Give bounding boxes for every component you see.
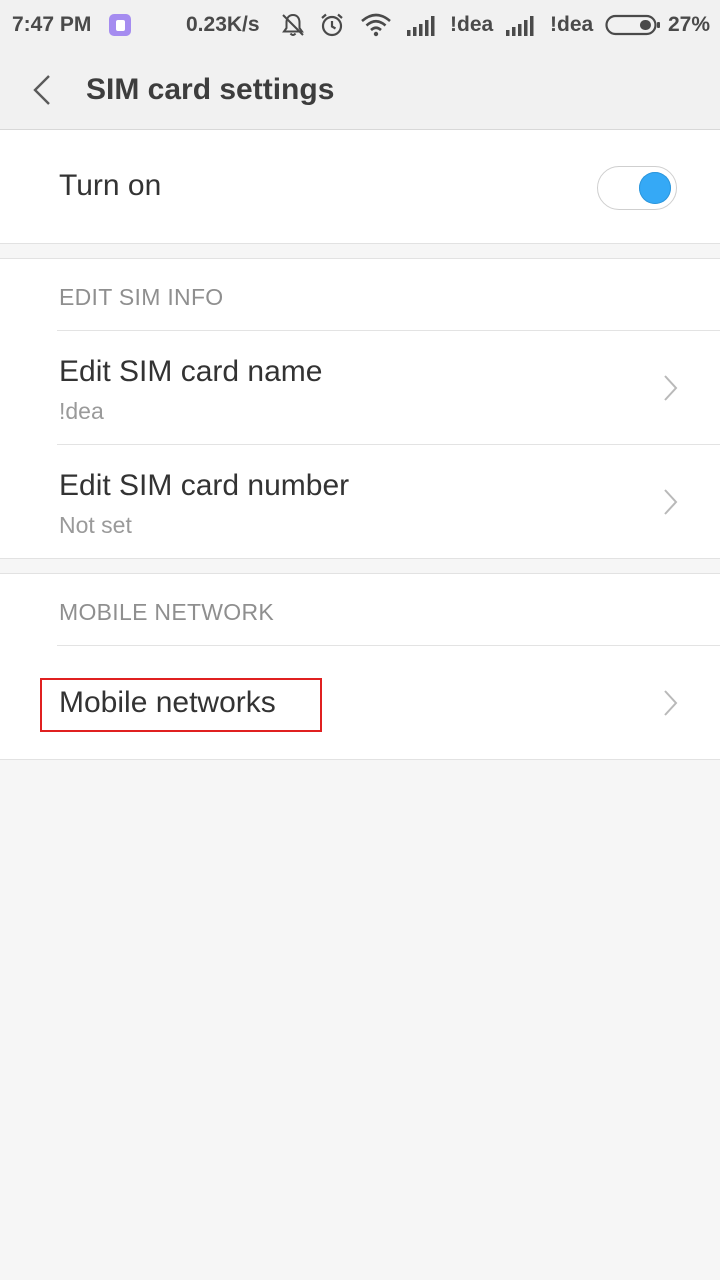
battery-percent: 27% [668,13,711,36]
turn-on-card: Turn on [0,130,720,244]
back-button[interactable] [22,70,62,110]
page-title: SIM card settings [86,72,335,106]
edit-sim-info-card: EDIT SIM INFO Edit SIM card name !dea Ed… [0,258,720,559]
sim-enable-toggle[interactable] [597,166,677,210]
sim-card-settings-screen: 7:47 PM 0.23K/s !dea !dea 27% SIM card s… [0,0,720,1280]
carrier-1-label: !dea [450,13,494,36]
edit-sim-number-row[interactable]: Edit SIM card number Not set [0,445,720,559]
chevron-right-icon [660,688,680,718]
chevron-left-icon [33,75,50,105]
sim-name-value: !dea [59,398,104,424]
edit-sim-name-label: Edit SIM card name [59,355,323,388]
turn-on-label: Turn on [59,169,162,202]
highlight-box [40,678,322,732]
signal-icon [506,0,538,50]
sim-number-value: Not set [59,512,132,538]
turn-on-row[interactable]: Turn on [0,130,720,244]
edit-sim-name-row[interactable]: Edit SIM card name !dea [0,331,720,445]
chevron-right-icon [660,487,680,517]
alarm-icon [318,0,346,50]
chevron-right-icon [660,373,680,403]
signal-icon [407,0,439,50]
toggle-knob [639,172,671,204]
section-header-mobile-network: MOBILE NETWORK [59,599,275,625]
wifi-icon [360,0,392,50]
section-header-edit-sim-info: EDIT SIM INFO [59,284,224,310]
edit-sim-number-label: Edit SIM card number [59,469,350,502]
bell-off-icon [280,0,306,50]
status-time: 7:47 PM [12,13,92,36]
toolbar: SIM card settings [0,50,720,130]
battery-icon [605,0,661,50]
status-bar: 7:47 PM 0.23K/s !dea !dea 27% [0,0,720,50]
network-speed: 0.23K/s [186,13,260,36]
app-notification-icon [109,0,131,50]
carrier-2-label: !dea [550,13,594,36]
